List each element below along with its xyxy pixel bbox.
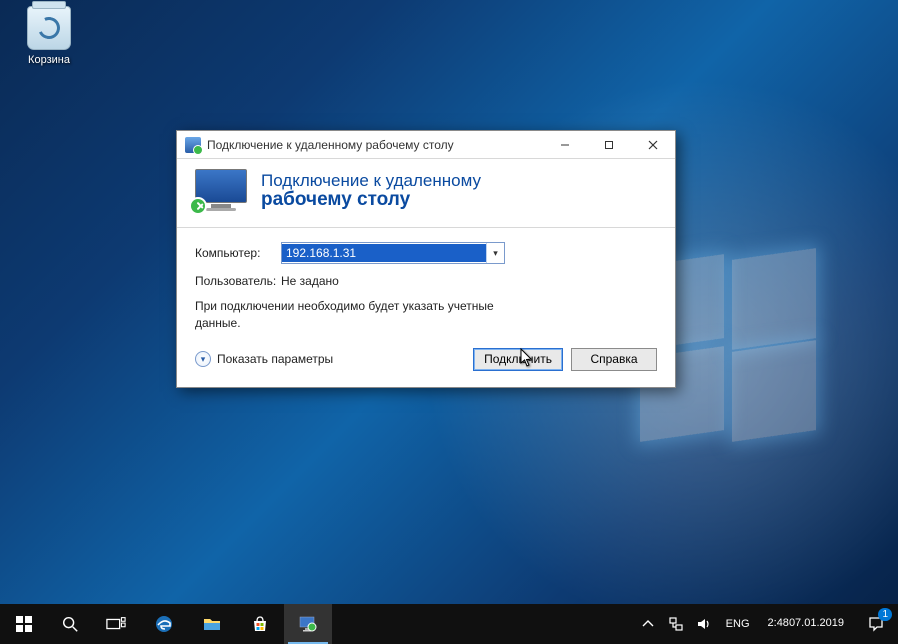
folder-icon [202, 614, 222, 634]
tray-network[interactable] [662, 604, 690, 644]
tray-volume[interactable] [690, 604, 718, 644]
search-icon [61, 615, 79, 633]
user-value: Не задано [281, 274, 339, 288]
user-label: Пользователь: [195, 274, 281, 288]
show-options-toggle[interactable]: ▾ Показать параметры [195, 351, 333, 367]
show-options-label: Показать параметры [217, 352, 333, 366]
chevron-down-icon: ▾ [195, 351, 211, 367]
start-button[interactable] [0, 604, 48, 644]
titlebar[interactable]: Подключение к удаленному рабочему столу [177, 131, 675, 159]
system-tray: ENG 2:48 07.01.2019 1 [634, 604, 898, 644]
store-icon [250, 614, 270, 634]
computer-combobox[interactable]: ▾ [281, 242, 505, 264]
credentials-hint: При подключении необходимо будет указать… [195, 298, 515, 332]
task-view-button[interactable] [92, 604, 140, 644]
taskbar-app-rdp[interactable] [284, 604, 332, 644]
banner-title-line2: рабочему столу [261, 189, 481, 211]
rdp-body: Компьютер: ▾ Пользователь: Не задано При… [177, 228, 675, 387]
tray-action-center[interactable]: 1 [854, 604, 898, 644]
taskbar-app-edge[interactable] [140, 604, 188, 644]
connect-button[interactable]: Подключить [473, 348, 563, 371]
notification-count-badge: 1 [878, 608, 892, 621]
banner-title-line1: Подключение к удаленному [261, 171, 481, 191]
rdp-app-icon [185, 137, 201, 153]
tray-clock[interactable]: 2:48 07.01.2019 [758, 604, 854, 644]
maximize-button[interactable] [587, 131, 631, 159]
computer-label: Компьютер: [195, 246, 281, 260]
tray-time: 2:48 [768, 617, 789, 630]
recycle-bin-icon [27, 6, 71, 50]
speaker-icon [696, 616, 712, 632]
chevron-up-icon [640, 616, 656, 632]
help-button[interactable]: Справка [571, 348, 657, 371]
taskbar-app-store[interactable] [236, 604, 284, 644]
minimize-button[interactable] [543, 131, 587, 159]
close-button[interactable] [631, 131, 675, 159]
tray-chevron-up[interactable] [634, 604, 662, 644]
rdp-monitor-icon [195, 169, 247, 213]
desktop-icon-recycle-bin[interactable]: Корзина [14, 6, 84, 66]
rdp-window: Подключение к удаленному рабочему столу … [176, 130, 676, 388]
taskbar-app-explorer[interactable] [188, 604, 236, 644]
window-title: Подключение к удаленному рабочему столу [207, 138, 543, 152]
taskbar: ENG 2:48 07.01.2019 1 [0, 604, 898, 644]
network-icon [668, 616, 684, 632]
tray-language[interactable]: ENG [718, 604, 758, 644]
windows-logo-icon [14, 614, 34, 634]
edge-icon [154, 614, 174, 634]
taskbar-search-button[interactable] [48, 604, 92, 644]
rdp-banner: Подключение к удаленному рабочему столу [177, 159, 675, 228]
chevron-down-icon[interactable]: ▾ [486, 243, 504, 263]
task-view-icon [106, 614, 126, 634]
desktop-icon-label: Корзина [28, 54, 70, 66]
computer-input[interactable] [282, 244, 486, 262]
rdp-icon [298, 614, 318, 634]
tray-date: 07.01.2019 [789, 617, 844, 630]
